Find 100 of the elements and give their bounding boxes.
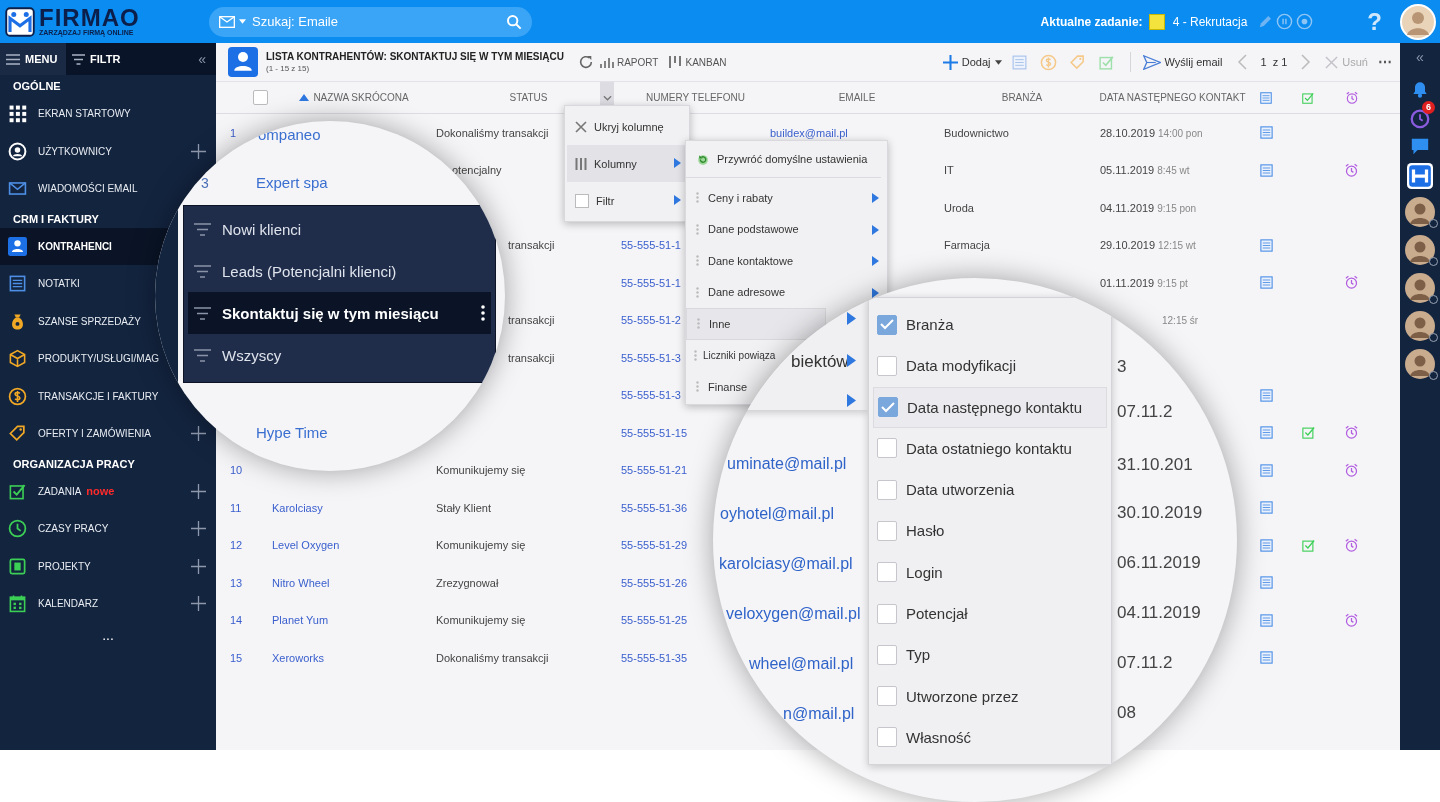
column-header[interactable]: EMAILE (838, 92, 876, 103)
send-email-button[interactable]: Wyślij email (1142, 54, 1223, 70)
phone-number[interactable]: 55-555-51-2 (621, 314, 681, 327)
menu-item[interactable]: Kolumny (567, 145, 687, 182)
column-option[interactable]: Hasło (873, 510, 1107, 552)
contractor-name[interactable]: ompaneo (258, 125, 321, 145)
notes-icon[interactable] (1258, 575, 1274, 591)
notes-icon[interactable] (1258, 237, 1274, 253)
stop-icon[interactable] (1296, 13, 1314, 30)
column-option[interactable]: Potencjał (873, 592, 1107, 635)
column-option[interactable]: Data utworzenia (873, 469, 1107, 511)
notes-icon[interactable] (1258, 537, 1274, 553)
avatar[interactable] (1405, 235, 1435, 265)
sidebar-item[interactable]: KALENDARZ (8, 594, 98, 614)
notes-icon[interactable] (1259, 90, 1273, 105)
pencil-icon[interactable] (1257, 13, 1274, 30)
email-link[interactable]: wheel@mail.pl (749, 654, 854, 674)
column-option[interactable]: Branża (873, 304, 1107, 346)
collapse-button[interactable]: « (188, 51, 216, 67)
sidebar-item[interactable]: KONTRAHENCI (8, 236, 112, 256)
sidebar-item[interactable]: OFERTY I ZAMÓWIENIA (8, 424, 151, 444)
alarm-clock-icon[interactable] (1344, 90, 1359, 105)
plus-icon[interactable] (191, 426, 206, 441)
alarm-clock-icon[interactable] (1344, 275, 1359, 291)
checkbox[interactable] (877, 314, 897, 335)
avatar[interactable] (1405, 197, 1435, 227)
collapse-button[interactable]: « (1416, 49, 1424, 71)
sidebar-item[interactable]: CZASY PRACY (8, 519, 109, 539)
chevron-right-icon[interactable] (1301, 54, 1312, 70)
column-header[interactable]: STATUS (509, 92, 548, 103)
add-button[interactable]: Dodaj (942, 54, 1002, 70)
menu-item[interactable]: Dane kontaktowe (686, 245, 887, 277)
refresh-icon[interactable] (577, 54, 594, 70)
sidebar-item[interactable]: NOTATKI (8, 274, 80, 294)
more-button[interactable]: ⋯ (1378, 54, 1392, 70)
checkbox[interactable] (877, 438, 897, 459)
checkbox-icon[interactable] (1301, 90, 1315, 105)
avatar[interactable] (1405, 311, 1435, 341)
avatar[interactable] (1400, 3, 1436, 40)
column-option[interactable]: Własność (873, 716, 1107, 758)
phone-number[interactable]: 55-555-51-3 (621, 351, 681, 364)
phone-number[interactable]: 55-555-51-26 (621, 576, 688, 589)
notes-icon[interactable] (1258, 650, 1274, 666)
column-header[interactable]: DATA NASTĘPNEGO KONTAKT (1099, 92, 1246, 103)
contractor-name[interactable]: Level Oxygen (272, 539, 340, 552)
reset-defaults-item[interactable]: Przywróć domyślne ustawienia (686, 141, 881, 178)
email-link[interactable]: n@mail.pl (783, 704, 855, 724)
filter-item[interactable]: Wszyscy (188, 334, 491, 376)
checkbox[interactable] (877, 644, 897, 665)
more-button[interactable]: ... (0, 626, 216, 643)
email-link[interactable]: karolciasy@mail.pl (719, 554, 853, 574)
checkbox[interactable] (877, 603, 897, 624)
plus-icon[interactable] (191, 483, 206, 499)
checkbox[interactable] (877, 479, 897, 500)
select-all-checkbox[interactable] (252, 90, 268, 105)
checkbox-icon[interactable] (1300, 425, 1316, 441)
menu-item[interactable]: Ceny i rabaty (686, 182, 887, 214)
chat-icon[interactable] (1410, 137, 1430, 155)
contractor-name[interactable]: Xeroworks (272, 651, 324, 664)
menu-button[interactable]: MENU (0, 43, 66, 75)
email-link[interactable]: oyhotel@mail.pl (720, 504, 835, 524)
checkbox-icon[interactable] (1300, 537, 1316, 553)
dollar-icon[interactable] (1039, 53, 1057, 71)
column-option[interactable]: Typ (873, 634, 1107, 676)
sidebar-item[interactable]: UŻYTKOWNICY (8, 141, 112, 161)
filter-button[interactable]: FILTR (66, 43, 189, 75)
column-option[interactable]: Utworzone przez (873, 675, 1107, 717)
email-link[interactable]: veloxygen@mail.pl (726, 604, 861, 624)
sidebar-item[interactable]: WIADOMOŚCI EMAIL (8, 179, 138, 199)
phone-number[interactable]: 55-555-51-35 (621, 651, 688, 664)
plus-icon[interactable] (191, 521, 206, 536)
checkbox[interactable] (877, 727, 897, 748)
chevron-left-icon[interactable] (1236, 54, 1247, 70)
alarm-clock-icon[interactable] (1344, 612, 1359, 628)
kanban-button[interactable]: KANBAN (668, 56, 727, 68)
search-icon[interactable] (506, 13, 522, 30)
notes-icon[interactable] (1258, 162, 1274, 178)
tag-icon[interactable] (1068, 53, 1086, 71)
app-logo-icon[interactable] (1407, 163, 1433, 189)
sidebar-item[interactable]: PRODUKTY/USŁUGI/MAG (8, 349, 160, 369)
phone-number[interactable]: 55-555-51-29 (621, 539, 688, 552)
email-link[interactable]: buildex@mail.pl (770, 126, 848, 139)
alarm-clock-icon[interactable] (1344, 425, 1359, 441)
notes-icon[interactable] (1258, 462, 1274, 478)
alarm-clock-icon[interactable] (1344, 162, 1359, 178)
kebab-icon[interactable] (481, 305, 485, 321)
menu-item[interactable]: biektów (791, 352, 849, 372)
phone-number[interactable]: 55-555-51-3 (621, 389, 681, 402)
contractor-name[interactable]: Nitro Wheel (272, 576, 330, 589)
menu-item[interactable]: Ukryj kolumnę (567, 108, 687, 145)
phone-number[interactable]: 55-555-51-21 (621, 464, 688, 477)
contractor-name[interactable]: Expert spa (256, 173, 328, 193)
contractor-name[interactable]: Karolciasy (272, 501, 323, 514)
column-header[interactable]: NUMERY TELEFONU (646, 92, 745, 103)
checkbox[interactable] (878, 397, 898, 418)
column-option[interactable]: Data modyfikacji (873, 345, 1107, 387)
phone-number[interactable]: 55-555-51-1 (621, 239, 681, 252)
checkbox[interactable] (877, 355, 897, 376)
phone-number[interactable]: 55-555-51-1 (621, 276, 681, 289)
checkbox[interactable] (877, 562, 897, 583)
